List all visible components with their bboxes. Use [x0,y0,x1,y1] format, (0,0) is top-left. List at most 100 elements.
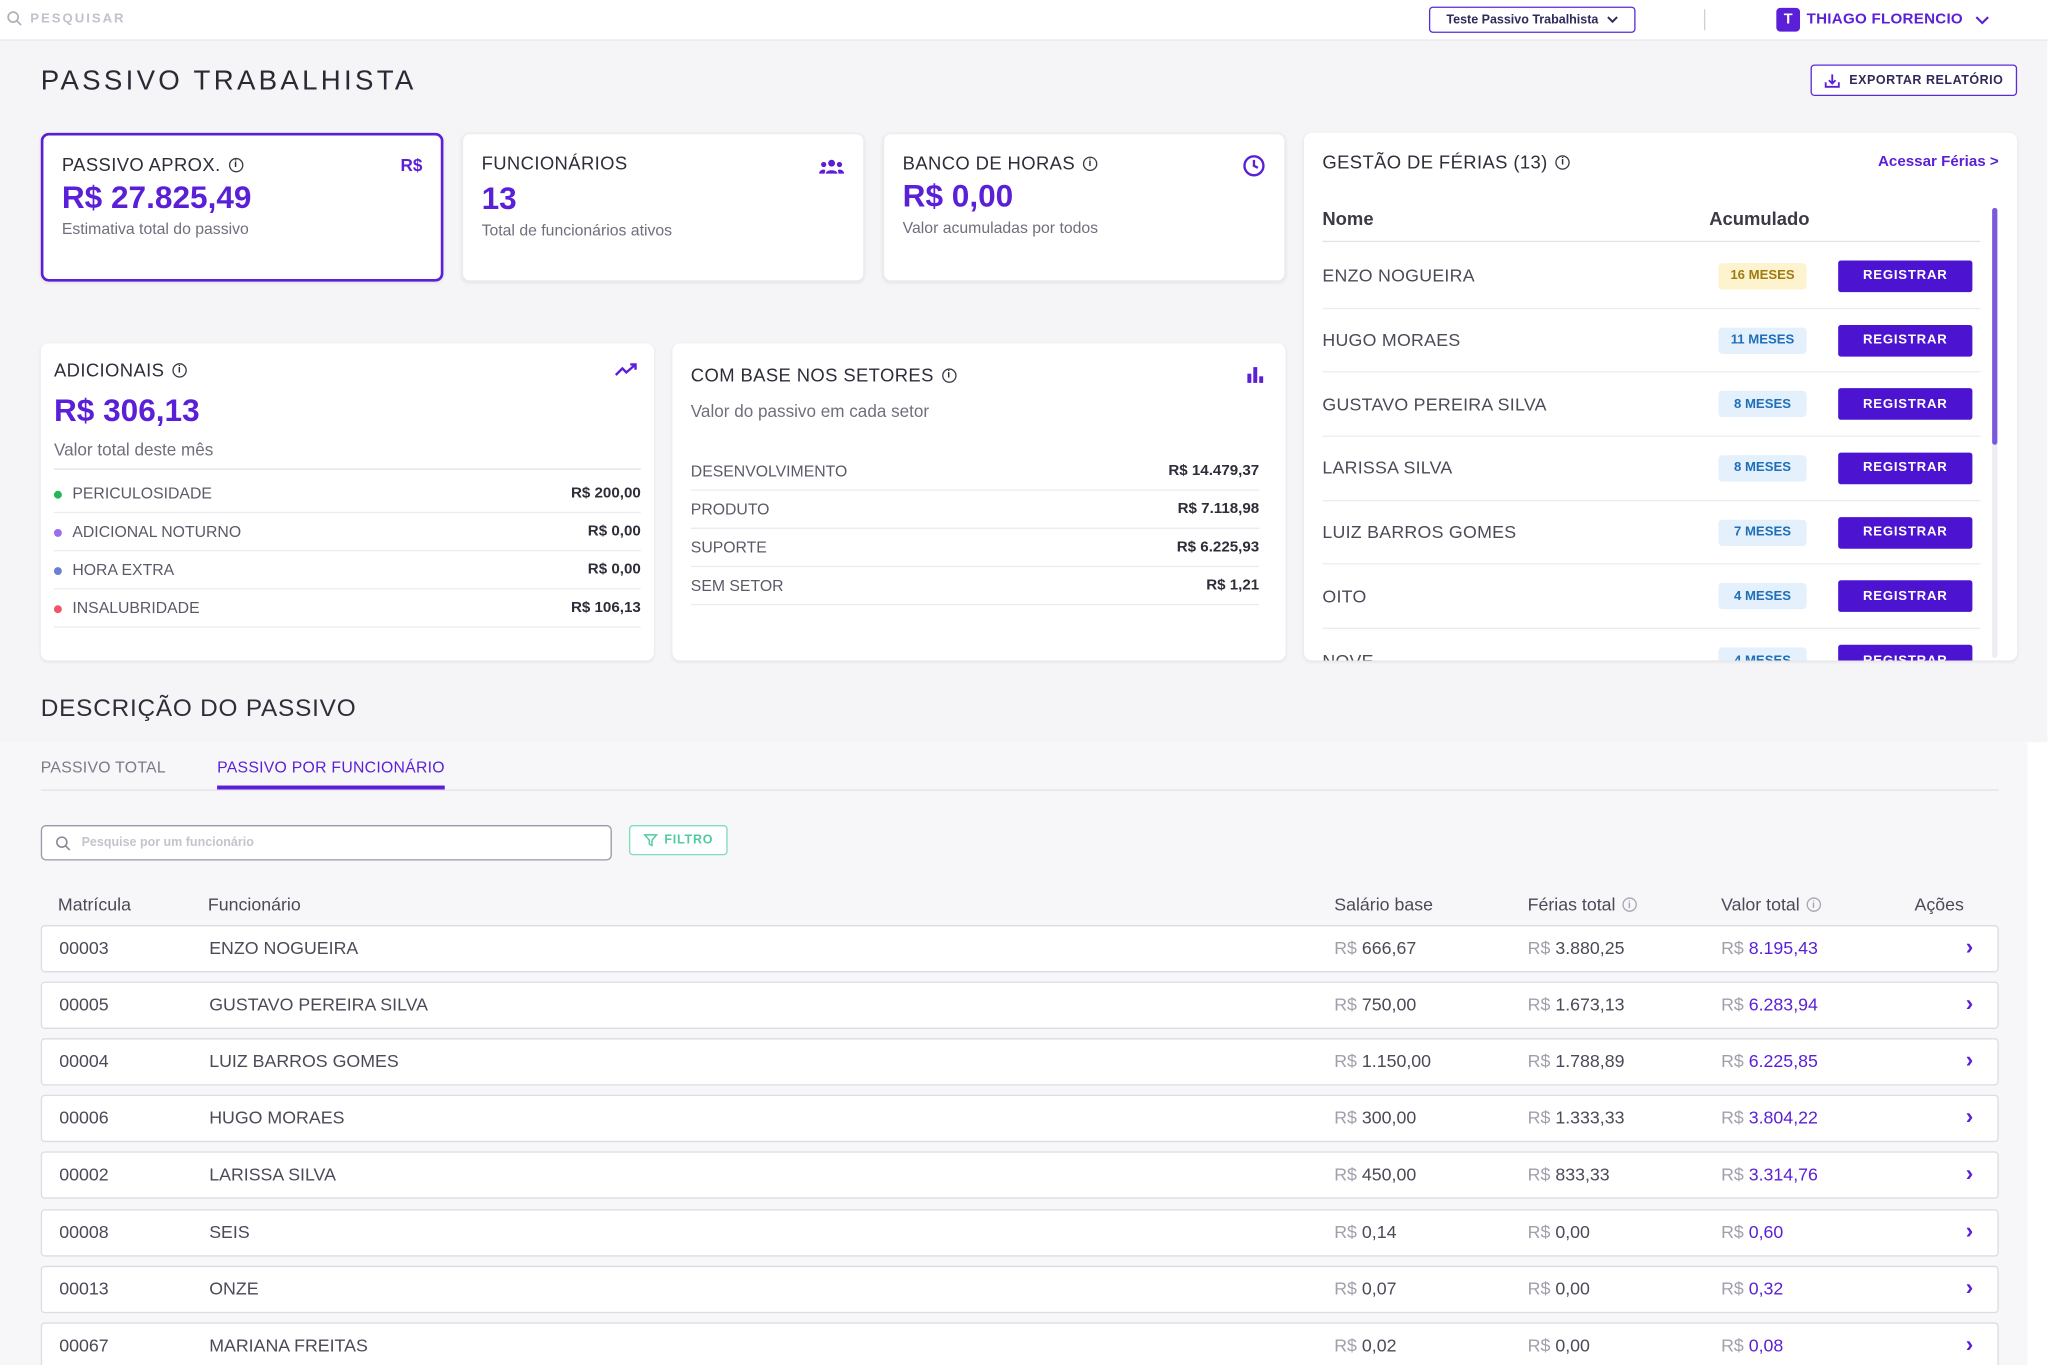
kpi-banco-horas-title-row: BANCO DE HORAS i [903,153,1098,174]
filter-icon [643,834,658,847]
ferias-row: GUSTAVO PEREIRA SILVA 8 MESES REGISTRAR [1322,373,1981,437]
table-row[interactable]: 00006 HUGO MORAES R$ 300,00 R$ 1.333,33 R$ 3… [40,1095,1999,1143]
ferias-card: GESTÃO DE FÉRIAS (13) i Acessar Férias >… [1303,132,2018,661]
ferias-value: 0,00 [1555,1335,1590,1355]
divider [53,468,641,470]
list-item: SUPORTE R$ 6.225,93 [690,529,1260,568]
salario-cell: R$ 450,00 [1334,1165,1416,1185]
col-matricula: Matrícula [57,894,131,915]
currency-symbol: R$ [1527,1221,1551,1242]
adicionais-value: R$ 306,13 [53,393,200,429]
ferias-row: OITO 4 MESES REGISTRAR [1322,565,1981,630]
chevron-right-icon[interactable]: › [1966,1161,1973,1187]
chevron-right-icon[interactable]: › [1966,934,1973,960]
kpi-passivo-subtitle: Estimativa total do passivo [61,219,249,239]
adicional-value: R$ 0,00 [587,523,641,540]
chevron-right-icon[interactable]: › [1966,1218,1973,1244]
register-button[interactable]: REGISTRAR [1838,516,1973,549]
info-icon[interactable]: i [1806,897,1821,912]
kpi-banco-horas-value: R$ 0,00 [902,178,1014,215]
topbar-divider [1703,9,1706,31]
register-button[interactable]: REGISTRAR [1838,324,1973,356]
status-dot-icon [53,566,62,575]
status-badge: 4 MESES [1718,583,1807,610]
kpi-passivo-card[interactable]: PASSIVO APROX. i R$ 27.825,49 Estimativa… [40,132,444,282]
ferias-value: 1.333,33 [1555,1108,1625,1129]
col-ferias-total: Férias total [1527,894,1616,915]
register-button[interactable]: REGISTRAR [1838,452,1973,485]
ferias-employee-name: LUIZ BARROS GOMES [1322,522,1517,543]
register-button[interactable]: REGISTRAR [1838,260,1973,292]
ferias-value: 3.880,25 [1555,938,1625,958]
ferias-col-name: Nome [1322,207,1374,229]
total-value: 0,32 [1748,1278,1784,1299]
table-row[interactable]: 00004 LUIZ BARROS GOMES R$ 1.150,00 R$ 1.78… [40,1038,1999,1086]
kpi-passivo-content: PASSIVO APROX. i R$ 27.825,49 Estimativa… [62,154,252,238]
col-ferias-total-wrap: Férias total i [1527,894,1637,915]
scrollbar-thumb[interactable] [1992,207,1998,445]
table-row[interactable]: 00013 ONZE R$ 0,07 R$ 0,00 R$ 0,32 › [40,1265,1999,1313]
info-icon[interactable]: i [941,367,957,383]
status-dot-icon [53,528,62,537]
table-row[interactable]: 00005 GUSTAVO PEREIRA SILVA R$ 750,00 R$ 1.… [40,981,1999,1030]
currency-symbol: R$ [1721,994,1744,1015]
salario-value: 666,67 [1361,938,1417,958]
tab-passivo-por-funcionario[interactable]: PASSIVO POR FUNCIONÁRIO [217,758,445,776]
table-row[interactable]: 00003 ENZO NOGUEIRA R$ 666,67 R$ 3.880,25 R$… [40,925,1999,973]
setor-value: R$ 14.479,37 [1168,463,1260,479]
employee-search-input[interactable] [81,835,595,851]
app-root: PESQUISAR Teste Passivo Trabalhista T TH… [0,0,2048,1365]
filter-button[interactable]: FILTRO [628,825,728,856]
list-item: ADICIONAL NOTURNO R$ 0,00 [53,513,641,552]
trending-up-icon [614,363,637,376]
matricula-cell: 00005 [59,994,109,1015]
currency-symbol: R$ [1721,1108,1744,1129]
setor-label: SUPORTE [690,538,767,557]
info-icon[interactable]: i [172,362,187,377]
chevron-down-icon [1975,15,1989,24]
status-badge: 8 MESES [1718,455,1807,482]
kpi-banco-horas-card[interactable]: BANCO DE HORAS i R$ 0,00 Valor acumulada… [882,132,1286,282]
ferias-row: LUIZ BARROS GOMES 7 MESES REGISTRAR [1322,501,1981,566]
company-select[interactable]: Teste Passivo Trabalhista [1428,6,1636,33]
chevron-down-icon [1606,16,1618,24]
download-icon [1825,73,1841,88]
matricula-cell: 00003 [59,938,109,958]
salario-cell: R$ 0,02 [1334,1335,1396,1355]
currency-symbol: R$ [1527,938,1551,958]
global-search[interactable]: PESQUISAR [7,11,126,27]
info-icon[interactable]: i [1555,154,1571,170]
setores-card: COM BASE NOS SETORES i Valor do passivo … [672,343,1286,661]
register-button[interactable]: REGISTRAR [1838,580,1973,613]
table-row[interactable]: 00008 SEIS R$ 0,14 R$ 0,00 R$ 0,60 › [40,1208,1999,1256]
table-row[interactable]: 00067 MARIANA FREITAS R$ 0,02 R$ 0,00 R$ 0,0… [40,1321,1999,1365]
chevron-right-icon[interactable]: › [1966,1104,1973,1130]
chevron-right-icon[interactable]: › [1966,1048,1973,1074]
info-icon[interactable]: i [228,157,243,172]
chevron-right-icon[interactable]: › [1966,1331,1973,1357]
total-value: 6.283,94 [1748,994,1818,1015]
active-tab-indicator [217,785,445,790]
funcionario-cell: LARISSA SILVA [209,1164,336,1185]
info-icon[interactable]: i [1082,155,1098,171]
kpi-funcionarios-subtitle: Total de funcionários ativos [481,221,673,240]
currency-symbol: R$ [1334,1335,1357,1355]
tab-passivo-total[interactable]: PASSIVO TOTAL [41,758,166,776]
table-row[interactable]: 00002 LARISSA SILVA R$ 450,00 R$ 833,33 R$ 3… [40,1151,1999,1200]
chevron-right-icon[interactable]: › [1966,1274,1973,1300]
list-item: DESENVOLVIMENTO R$ 14.479,37 [690,453,1260,491]
ferias-cell: R$ 1.788,89 [1528,1052,1625,1072]
ferias-employee-name: HUGO MORAES [1322,330,1461,351]
info-icon[interactable]: i [1622,897,1637,912]
adicional-label: INSALUBRIDADE [53,599,200,617]
register-button[interactable]: REGISTRAR [1838,388,1973,421]
employee-search-box[interactable] [40,825,612,861]
export-report-button[interactable]: EXPORTAR RELATÓRIO [1810,64,2018,97]
acessar-ferias-link[interactable]: Acessar Férias > [1878,154,1999,170]
adicional-value: R$ 0,00 [587,561,641,578]
register-button[interactable]: REGISTRAR [1838,644,1973,661]
total-cell: R$ 6.283,94 [1721,995,1818,1015]
user-menu[interactable]: T THIAGO FLORENCIO [1776,7,1989,32]
chevron-right-icon[interactable]: › [1966,991,1973,1017]
salario-value: 0,14 [1361,1221,1397,1242]
